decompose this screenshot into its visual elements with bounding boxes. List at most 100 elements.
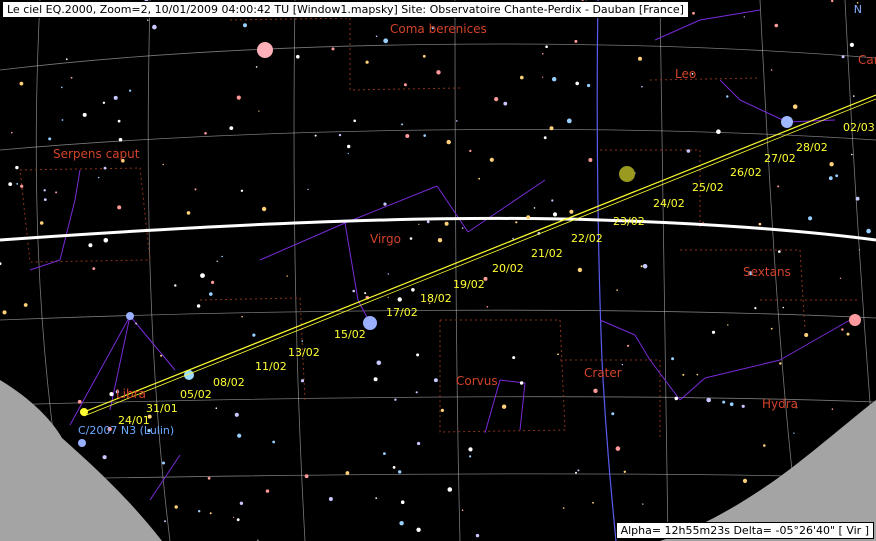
ecliptic-line — [0, 216, 876, 242]
bright-star — [257, 42, 273, 58]
star — [461, 227, 464, 229]
star — [526, 215, 531, 220]
star — [198, 510, 201, 513]
star — [770, 327, 773, 330]
star — [236, 95, 241, 100]
star — [387, 296, 389, 298]
comet-date-label: 24/02 — [653, 197, 685, 210]
boundary-line — [649, 77, 761, 81]
star — [261, 206, 267, 212]
constellation-name: Can — [858, 53, 876, 67]
star — [383, 452, 386, 455]
comet-date-label: 02/03 — [843, 121, 875, 134]
star — [240, 189, 244, 192]
star — [792, 104, 798, 109]
star — [400, 500, 405, 505]
star — [102, 101, 106, 105]
star — [113, 95, 118, 100]
star — [211, 280, 215, 284]
comet-date-label: 22/02 — [571, 232, 603, 245]
star — [48, 137, 52, 141]
star — [338, 133, 342, 137]
star — [475, 533, 480, 538]
star — [444, 221, 449, 226]
star — [469, 455, 472, 458]
star — [512, 237, 514, 240]
star — [237, 433, 242, 438]
bright-star — [619, 166, 635, 182]
star — [489, 157, 494, 162]
comet-date-label: 25/02 — [692, 181, 724, 194]
star — [296, 54, 300, 59]
star — [551, 199, 554, 202]
star — [642, 503, 644, 505]
constellation-line — [739, 99, 788, 123]
star — [103, 238, 109, 243]
star — [754, 307, 757, 310]
star — [777, 185, 780, 188]
star — [587, 83, 591, 88]
star — [39, 221, 44, 225]
constellation-name: Corvus — [456, 374, 498, 388]
star — [433, 378, 438, 383]
star — [778, 250, 781, 253]
star — [552, 212, 558, 217]
comet-date-label: 19/02 — [453, 278, 485, 291]
star — [533, 207, 536, 209]
star — [196, 304, 201, 308]
star — [640, 265, 643, 268]
star — [623, 470, 626, 473]
star — [642, 263, 648, 269]
constellation-boundaries — [19, 17, 860, 440]
comet-marker[interactable] — [80, 408, 88, 416]
star — [345, 471, 350, 475]
star — [392, 466, 396, 469]
constellation-name: Leo — [675, 67, 696, 81]
star — [426, 220, 430, 224]
star — [549, 126, 554, 131]
star — [853, 95, 855, 97]
bright-star — [126, 312, 134, 320]
star — [569, 209, 574, 214]
star — [314, 134, 317, 137]
star — [593, 388, 598, 393]
star — [229, 126, 234, 130]
star — [409, 237, 413, 240]
constellation-line — [29, 259, 61, 271]
star — [16, 183, 19, 185]
constellation-line — [679, 377, 706, 401]
comet-date-label: 20/02 — [492, 262, 524, 275]
star — [858, 249, 861, 251]
sky-map[interactable]: 24/0131/0105/0208/0211/0213/0215/0217/02… — [0, 0, 876, 541]
comet-date-label: 15/02 — [334, 328, 366, 341]
galactic-circle — [596, 0, 617, 541]
star — [162, 163, 164, 166]
star — [239, 501, 244, 505]
comet-date-label: 13/02 — [288, 346, 320, 359]
star — [577, 469, 580, 472]
star — [638, 56, 642, 61]
star — [512, 356, 516, 360]
star — [97, 176, 100, 179]
star — [616, 289, 618, 291]
star — [686, 149, 691, 153]
star — [621, 363, 624, 366]
star — [577, 267, 583, 273]
constellation-line — [59, 199, 76, 261]
star — [696, 373, 699, 376]
star — [8, 182, 13, 187]
star — [401, 123, 404, 126]
star — [174, 284, 177, 287]
star — [447, 487, 453, 492]
star — [486, 306, 489, 308]
star — [779, 362, 782, 365]
star — [519, 381, 524, 385]
star — [77, 399, 82, 404]
constellation-line — [704, 359, 781, 379]
star — [272, 440, 276, 444]
star — [194, 188, 197, 191]
star — [353, 119, 357, 123]
constellation-line — [649, 359, 681, 401]
constellation-line — [344, 185, 438, 224]
grid-line — [147, 0, 171, 541]
